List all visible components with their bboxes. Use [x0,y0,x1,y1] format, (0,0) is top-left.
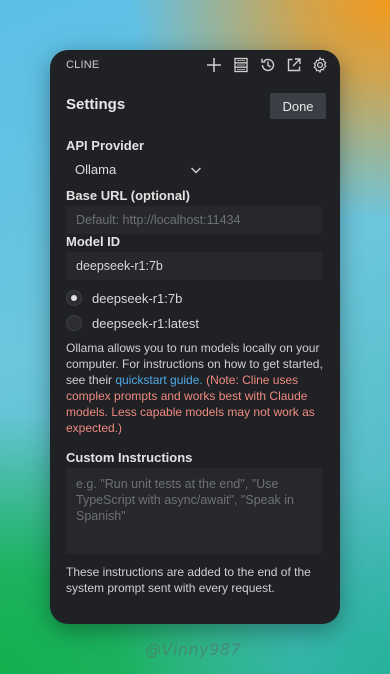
model-id-input[interactable] [66,252,322,280]
external-link-icon[interactable] [285,56,303,74]
base-url-label: Base URL (optional) [66,188,190,203]
model-option-label: deepseek-r1:7b [92,290,183,306]
app-name: CLINE [66,59,100,71]
watermark: @Vinny987 [145,640,242,659]
done-button[interactable]: Done [270,93,326,119]
api-provider-label: API Provider [66,138,145,153]
title-bar: CLINE [50,50,340,82]
gear-icon[interactable] [311,56,329,74]
history-icon[interactable] [259,56,277,74]
server-icon[interactable] [232,56,250,74]
provider-description: Ollama allows you to run models locally … [66,340,328,436]
page-title: Settings [66,96,126,113]
radio-button[interactable] [66,290,82,306]
api-provider-value: Ollama [75,161,117,177]
custom-instructions-textarea[interactable] [66,468,322,554]
model-option-2[interactable]: deepseek-r1:latest [66,313,199,333]
radio-button[interactable] [66,315,82,331]
plus-icon[interactable] [205,56,223,74]
cline-panel: CLINE Settings Done API Provider Ollama … [50,50,340,624]
chevron-down-icon [190,163,202,175]
custom-instructions-footnote: These instructions are added to the end … [66,565,311,595]
model-option-label: deepseek-r1:latest [92,315,199,331]
model-id-label: Model ID [66,234,121,249]
api-provider-select[interactable]: Ollama [66,156,201,182]
model-option-1[interactable]: deepseek-r1:7b [66,288,182,308]
custom-instructions-label: Custom Instructions [66,450,193,465]
quickstart-guide-link[interactable]: quickstart guide. [115,373,202,387]
base-url-input[interactable] [66,206,322,234]
